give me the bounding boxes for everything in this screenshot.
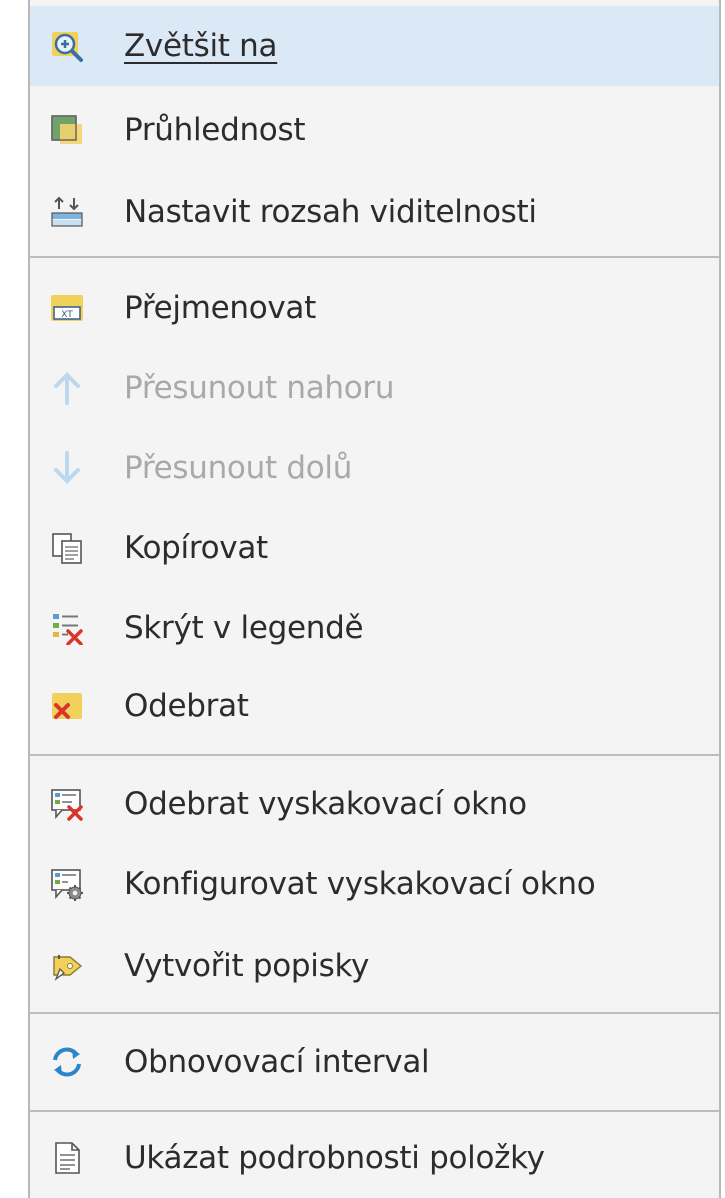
menu-item-label: Přesunout dolů [124, 450, 353, 486]
menu-separator [30, 1012, 719, 1014]
transparency-icon [50, 113, 84, 147]
menu-item-label: Skrýt v legendě [124, 610, 364, 646]
menu-item-label: Nastavit rozsah viditelnosti [124, 194, 537, 230]
menu-item-remove[interactable]: Odebrat [30, 666, 719, 746]
menu-item-label: Odebrat [124, 688, 249, 724]
refresh-icon [50, 1045, 84, 1079]
menu-item-create-labels[interactable]: Vytvořit popisky [30, 926, 719, 1006]
menu-item-label: Přesunout nahoru [124, 370, 395, 406]
visibility-range-icon [50, 195, 84, 229]
menu-item-configure-popup[interactable]: Konfigurovat vyskakovací okno [30, 844, 719, 924]
menu-item-move-down[interactable]: Přesunout dolů [30, 428, 719, 508]
svg-text:XT: XT [61, 310, 73, 320]
menu-item-remove-popup[interactable]: Odebrat vyskakovací okno [30, 764, 719, 844]
arrow-down-icon [50, 451, 84, 485]
configure-popup-icon [50, 867, 84, 901]
menu-separator [30, 256, 719, 258]
arrow-up-icon [50, 371, 84, 405]
zoom-in-icon [50, 29, 84, 63]
menu-separator [30, 1110, 719, 1112]
menu-item-move-up[interactable]: Přesunout nahoru [30, 348, 719, 428]
item-details-icon [50, 1141, 84, 1175]
context-menu: Zvětšit na Průhlednost Nastavit rozsah v… [28, 0, 721, 1198]
menu-separator [30, 754, 719, 756]
menu-item-show-details[interactable]: Ukázat podrobnosti položky [30, 1118, 719, 1198]
menu-item-label: Ukázat podrobnosti položky [124, 1140, 545, 1176]
menu-item-label: Zvětšit na [124, 28, 278, 64]
menu-item-visibility-range[interactable]: Nastavit rozsah viditelnosti [30, 172, 719, 252]
menu-item-label: Kopírovat [124, 530, 268, 566]
menu-item-zoom-to[interactable]: Zvětšit na [30, 6, 719, 86]
menu-item-label: Obnovovací interval [124, 1044, 430, 1080]
remove-popup-icon [50, 787, 84, 821]
menu-item-label: Konfigurovat vyskakovací okno [124, 866, 596, 902]
menu-item-label: Průhlednost [124, 112, 306, 148]
menu-item-rename[interactable]: XT Přejmenovat [30, 268, 719, 348]
hide-legend-icon [50, 611, 84, 645]
menu-item-label: Vytvořit popisky [124, 948, 370, 984]
menu-item-copy[interactable]: Kopírovat [30, 508, 719, 588]
menu-item-label: Odebrat vyskakovací okno [124, 786, 527, 822]
remove-icon [50, 689, 84, 723]
menu-item-transparency[interactable]: Průhlednost [30, 90, 719, 170]
create-labels-icon [50, 949, 84, 983]
copy-icon [50, 531, 84, 565]
menu-item-hide-in-legend[interactable]: Skrýt v legendě [30, 588, 719, 668]
menu-item-label: Přejmenovat [124, 290, 316, 326]
menu-item-refresh-interval[interactable]: Obnovovací interval [30, 1022, 719, 1102]
rename-icon: XT [50, 291, 84, 325]
